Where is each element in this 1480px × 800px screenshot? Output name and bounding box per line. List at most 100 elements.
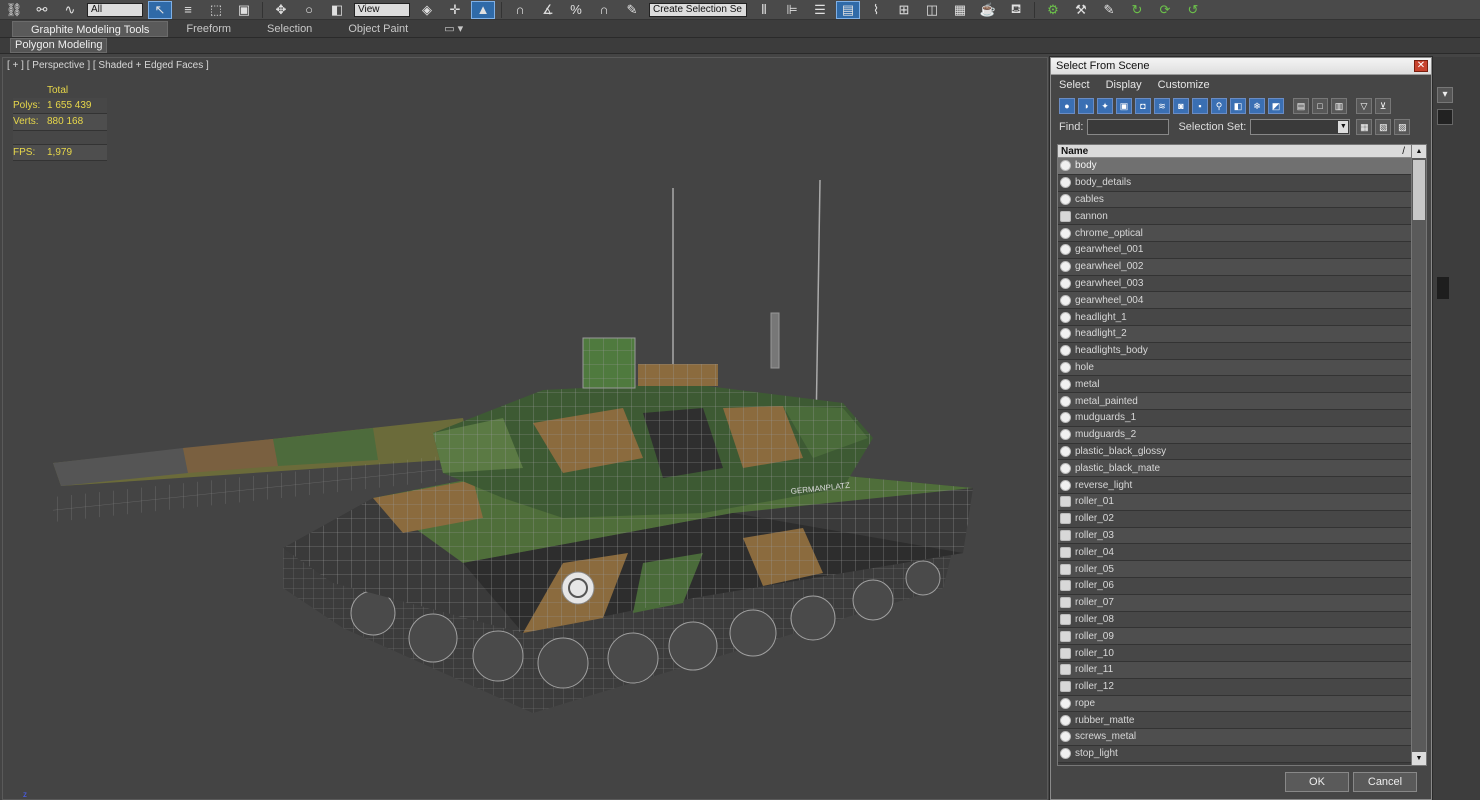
- list-item[interactable]: body_details: [1058, 174, 1411, 192]
- selection-set-dropdown[interactable]: ▼: [1250, 119, 1351, 135]
- display-frozen-icon[interactable]: ❄: [1249, 98, 1265, 114]
- tab-object-paint[interactable]: Object Paint: [330, 21, 426, 37]
- tool-icon[interactable]: ⚒: [1069, 1, 1093, 19]
- keyboard-shortcut-override-icon[interactable]: ▲: [471, 0, 495, 19]
- list-item[interactable]: gearwheel_003: [1058, 275, 1411, 293]
- schematic-view-icon[interactable]: ⊞: [892, 1, 916, 19]
- refresh-icon[interactable]: ↻: [1125, 1, 1149, 19]
- display-all-icon[interactable]: ▤: [1293, 98, 1309, 114]
- bind-space-warp-icon[interactable]: ∿: [58, 1, 82, 19]
- named-selection-dropdown[interactable]: Create Selection Se: [649, 2, 747, 17]
- panel-swatch[interactable]: [1437, 109, 1453, 125]
- align-icon[interactable]: ⊫: [780, 1, 804, 19]
- rectangular-selection-icon[interactable]: ⬚: [204, 1, 228, 19]
- display-xrefs-icon[interactable]: ▪: [1192, 98, 1208, 114]
- edit-named-selection-icon[interactable]: ✎: [620, 1, 644, 19]
- close-icon[interactable]: ✕: [1414, 60, 1428, 72]
- graphite-toggle-icon[interactable]: ▤: [836, 0, 860, 19]
- material-editor-icon[interactable]: ◫: [920, 1, 944, 19]
- tab-graphite-modeling-tools[interactable]: Graphite Modeling Tools: [12, 20, 169, 37]
- filter-icon[interactable]: ▽: [1356, 98, 1372, 114]
- display-bones-icon[interactable]: ⚲: [1211, 98, 1227, 114]
- list-item[interactable]: plastic_black_mate: [1058, 460, 1411, 478]
- list-item[interactable]: mudguards_1: [1058, 409, 1411, 427]
- list-item[interactable]: rope: [1058, 695, 1411, 713]
- list-item[interactable]: chrome_optical: [1058, 225, 1411, 242]
- list-item[interactable]: headlights_body: [1058, 342, 1411, 360]
- selection-filter-dropdown[interactable]: All: [87, 2, 143, 17]
- list-item[interactable]: roller_04: [1058, 544, 1411, 562]
- filter-options-icon[interactable]: ⊻: [1375, 98, 1391, 114]
- script-icon[interactable]: ⚙: [1041, 1, 1065, 19]
- perspective-viewport[interactable]: [ + ] [ Perspective ] [ Shaded + Edged F…: [2, 57, 1048, 800]
- list-item[interactable]: roller_01: [1058, 493, 1411, 511]
- list-item[interactable]: screws_metal: [1058, 729, 1411, 746]
- pivot-center-icon[interactable]: ◈: [415, 1, 439, 19]
- viewport-label[interactable]: [ + ] [ Perspective ] [ Shaded + Edged F…: [7, 60, 209, 71]
- render-setup-icon[interactable]: ▦: [948, 1, 972, 19]
- list-item[interactable]: roller_12: [1058, 678, 1411, 696]
- list-item[interactable]: roller_05: [1058, 561, 1411, 578]
- list-item[interactable]: cannon: [1058, 208, 1411, 226]
- render-production-icon[interactable]: ⛾: [1004, 1, 1028, 19]
- ribbon-options-icon[interactable]: ▭ ▾: [426, 21, 481, 37]
- list-item[interactable]: roller_03: [1058, 527, 1411, 545]
- name-column-header[interactable]: Name /: [1058, 145, 1411, 158]
- remove-from-selection-set-icon[interactable]: ▨: [1394, 119, 1411, 135]
- list-item[interactable]: gearwheel_004: [1058, 292, 1411, 310]
- panel-scrollbar[interactable]: [1437, 277, 1449, 299]
- list-item[interactable]: headlight_2: [1058, 325, 1411, 343]
- scale-icon[interactable]: ◧: [325, 1, 349, 19]
- create-selection-set-icon[interactable]: ▦: [1356, 119, 1373, 135]
- display-none-icon[interactable]: □: [1312, 98, 1328, 114]
- display-geometry-icon[interactable]: ●: [1059, 98, 1075, 114]
- window-crossing-icon[interactable]: ▣: [232, 1, 256, 19]
- angle-snap-icon[interactable]: ∡: [536, 1, 560, 19]
- display-cameras-icon[interactable]: ▣: [1116, 98, 1132, 114]
- panel-pin-icon[interactable]: ▾: [1437, 87, 1453, 103]
- rendered-frame-icon[interactable]: ☕: [976, 1, 1000, 19]
- mirror-icon[interactable]: ⫴: [752, 1, 776, 19]
- list-scrollbar[interactable]: ▲ ▼: [1411, 145, 1426, 765]
- list-item[interactable]: stop_light: [1058, 745, 1411, 763]
- display-spacewarps-icon[interactable]: ≋: [1154, 98, 1170, 114]
- list-item[interactable]: plastic_black_glossy: [1058, 443, 1411, 461]
- ok-button[interactable]: OK: [1285, 772, 1349, 792]
- curve-editor-icon[interactable]: ⌇: [864, 1, 888, 19]
- list-item[interactable]: reverse_light: [1058, 477, 1411, 494]
- list-item[interactable]: gearwheel_001: [1058, 241, 1411, 259]
- reference-coordinate-dropdown[interactable]: View: [354, 2, 410, 17]
- list-item[interactable]: roller_09: [1058, 628, 1411, 646]
- display-containers-icon[interactable]: ◧: [1230, 98, 1246, 114]
- list-item[interactable]: gearwheel_002: [1058, 258, 1411, 276]
- cancel-button[interactable]: Cancel: [1353, 772, 1417, 792]
- find-input[interactable]: [1087, 119, 1170, 135]
- snaps-toggle-icon[interactable]: ∩: [508, 1, 532, 19]
- list-item[interactable]: cables: [1058, 191, 1411, 209]
- scroll-down-icon[interactable]: ▼: [1412, 752, 1426, 765]
- scene-object-list[interactable]: Name / body body_details cables cannon chrom…: [1057, 144, 1427, 766]
- list-item[interactable]: roller_06: [1058, 577, 1411, 595]
- select-by-name-icon[interactable]: ≡: [176, 1, 200, 19]
- spinner-snap-icon[interactable]: ∩: [592, 1, 616, 19]
- list-item[interactable]: roller_11: [1058, 661, 1411, 679]
- display-lights-icon[interactable]: ✦: [1097, 98, 1113, 114]
- link-icon[interactable]: ⛓: [2, 1, 26, 19]
- add-to-selection-set-icon[interactable]: ▧: [1375, 119, 1392, 135]
- tab-freeform[interactable]: Freeform: [168, 21, 249, 37]
- list-item[interactable]: headlight_1: [1058, 309, 1411, 326]
- menu-select[interactable]: Select: [1059, 79, 1090, 91]
- list-item[interactable]: metal_painted: [1058, 393, 1411, 410]
- list-item[interactable]: rubber_matte: [1058, 712, 1411, 730]
- dialog-title-bar[interactable]: Select From Scene ✕: [1051, 58, 1431, 75]
- list-item[interactable]: metal: [1058, 376, 1411, 394]
- polygon-modeling-panel[interactable]: Polygon Modeling: [10, 38, 108, 53]
- menu-display[interactable]: Display: [1106, 79, 1142, 91]
- percent-snap-icon[interactable]: %: [564, 1, 588, 19]
- display-helpers-icon[interactable]: ◘: [1135, 98, 1151, 114]
- tab-selection[interactable]: Selection: [249, 21, 330, 37]
- list-item[interactable]: body: [1058, 158, 1411, 175]
- scroll-up-icon[interactable]: ▲: [1412, 145, 1426, 158]
- select-object-icon[interactable]: ↖: [148, 0, 172, 19]
- select-manipulate-icon[interactable]: ✛: [443, 1, 467, 19]
